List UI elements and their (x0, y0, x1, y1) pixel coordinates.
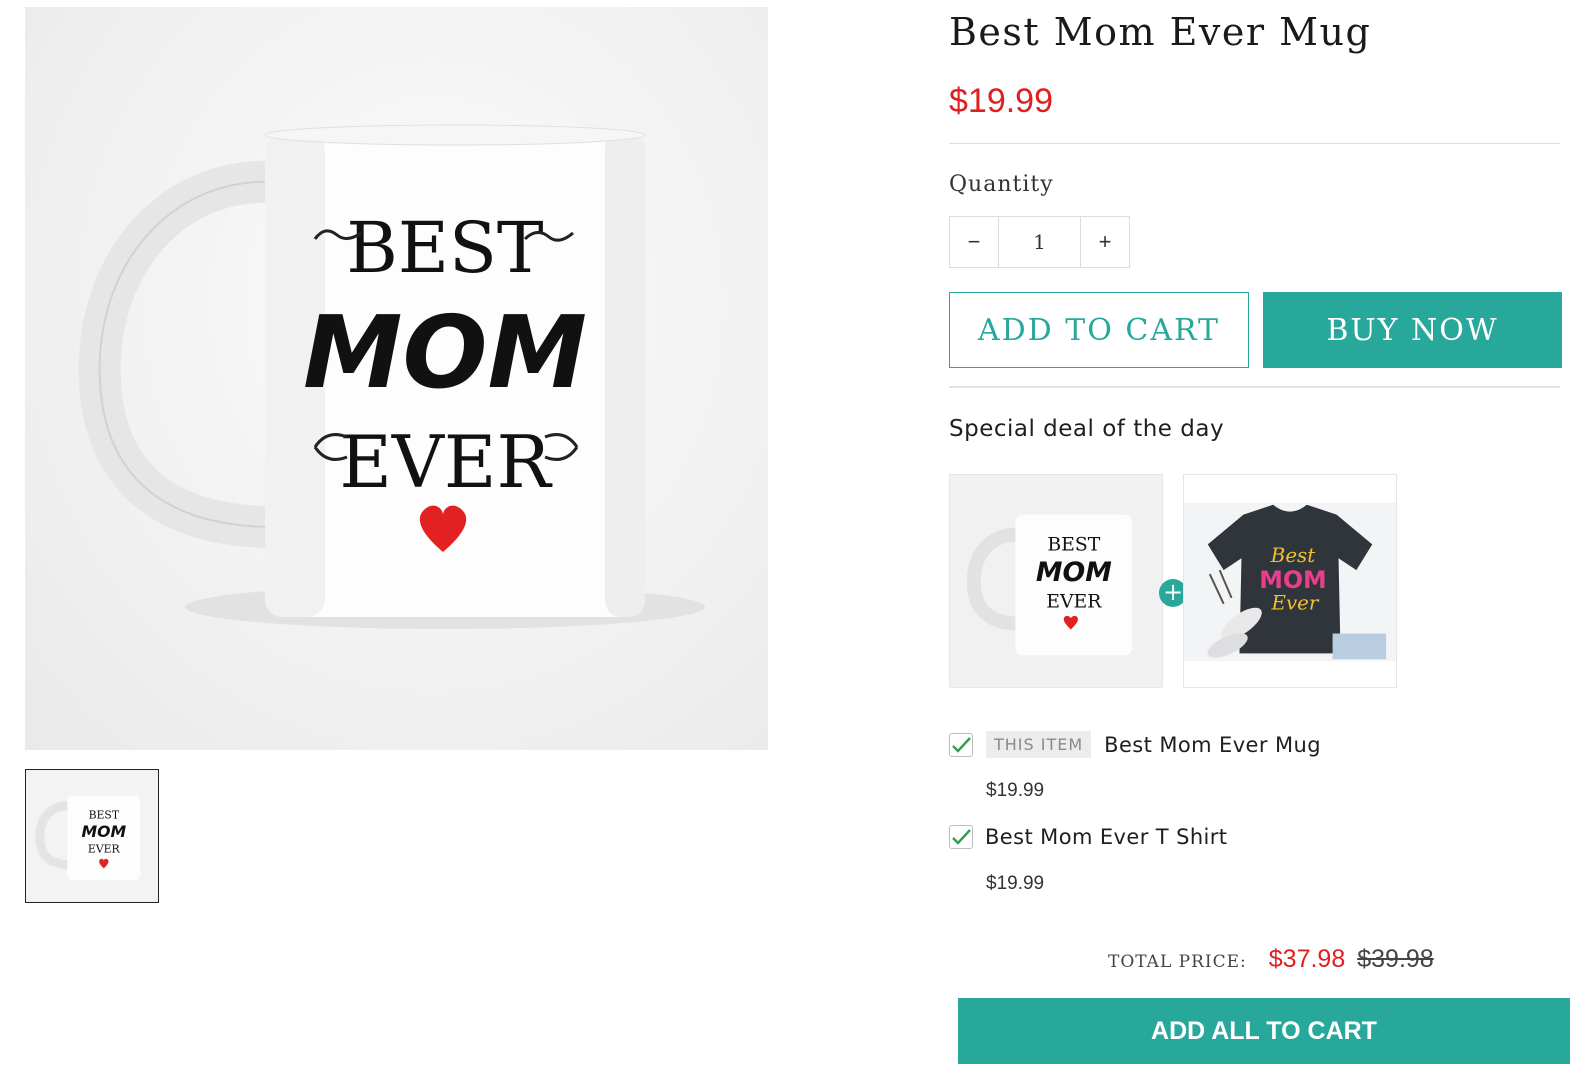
quantity-stepper: − 1 + (949, 216, 1130, 268)
gallery-thumbnail[interactable]: BEST MOM EVER (25, 769, 159, 903)
product-price: $19.99 (949, 82, 1053, 120)
item-name[interactable]: Best Mom Ever Mug (1104, 733, 1321, 757)
main-product-image[interactable]: BEST MOM EVER (25, 7, 768, 750)
add-to-cart-button[interactable]: ADD TO CART (949, 292, 1249, 368)
deal-heading: Special deal of the day (949, 416, 1225, 442)
mug-illustration: BEST MOM EVER (78, 124, 705, 629)
item-checkbox[interactable] (949, 732, 973, 757)
tshirt-print-ever: Ever (1271, 592, 1320, 615)
item-price: $19.99 (986, 780, 1045, 801)
deal-product-mug[interactable]: BEST MOM EVER (949, 474, 1163, 688)
total-original-price: $39.98 (1357, 945, 1434, 973)
this-item-badge: THIS ITEM (986, 731, 1092, 758)
checkmark-icon (952, 736, 971, 753)
tshirt-print-mom: MOM (1259, 566, 1327, 594)
tshirt-deal-image: Best MOM Ever (1184, 475, 1396, 687)
deal-item-mug: THIS ITEM Best Mom Ever Mug (949, 731, 1321, 758)
thumb-print-mom: MOM (81, 822, 126, 841)
add-all-to-cart-button[interactable]: ADD ALL TO CART (958, 998, 1570, 1064)
mug-print-best: BEST (346, 207, 543, 289)
mug-deal-image: BEST MOM EVER (950, 475, 1162, 687)
quantity-label: Quantity (949, 172, 1054, 197)
deal-mug-print-mom: MOM (1036, 557, 1112, 588)
deal-mug-print-ever: EVER (1046, 592, 1102, 613)
divider (949, 143, 1560, 144)
mug-print-ever: EVER (339, 420, 552, 504)
mug-print-mom: MOM (303, 294, 587, 411)
decrement-button[interactable]: − (950, 217, 998, 267)
quantity-input[interactable]: 1 (998, 217, 1081, 267)
tshirt-print-best: Best (1270, 544, 1315, 567)
item-checkbox[interactable] (949, 825, 973, 849)
divider (949, 386, 1560, 388)
thumb-print-ever: EVER (88, 843, 121, 856)
increment-button[interactable]: + (1081, 217, 1129, 267)
mug-thumbnail-image: BEST MOM EVER (26, 770, 158, 902)
deal-product-tshirt[interactable]: Best MOM Ever (1183, 474, 1397, 688)
product-title: Best Mom Ever Mug (949, 10, 1372, 54)
item-price: $19.99 (986, 873, 1045, 894)
item-name[interactable]: Best Mom Ever T Shirt (985, 825, 1227, 849)
buy-now-button[interactable]: BUY NOW (1263, 292, 1562, 368)
deal-item-tshirt: Best Mom Ever T Shirt (949, 825, 1227, 849)
checkmark-icon (952, 829, 971, 845)
thumb-print-best: BEST (89, 808, 120, 821)
total-price-row: TOTAL PRICE: $37.98 $39.98 (1108, 945, 1434, 974)
total-price-value: $37.98 (1268, 945, 1346, 973)
total-price-label: TOTAL PRICE: (1108, 952, 1247, 972)
deal-mug-print-best: BEST (1047, 534, 1100, 555)
